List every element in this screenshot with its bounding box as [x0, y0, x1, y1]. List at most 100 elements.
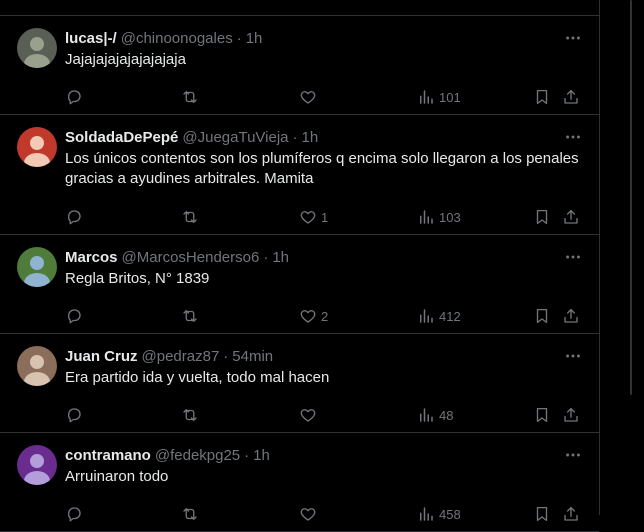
- reply-button[interactable]: [65, 87, 87, 107]
- separator-dot: ·: [223, 347, 229, 365]
- share-button[interactable]: [562, 405, 580, 425]
- share-icon: [564, 308, 578, 323]
- timestamp[interactable]: 1h: [272, 249, 289, 266]
- tweet-text: Arruinaron todo: [65, 468, 169, 485]
- tweet-actions: 458: [65, 504, 583, 524]
- share-button[interactable]: [562, 504, 580, 524]
- views-button[interactable]: 412: [417, 306, 461, 326]
- retweet-button[interactable]: [181, 306, 203, 326]
- heart-icon: [300, 211, 316, 224]
- timestamp[interactable]: 54min: [232, 348, 273, 365]
- tweet-header: SoldadaDePepé @JuegaTuVieja · 1h: [65, 127, 583, 147]
- tweet-actions: 48: [65, 405, 583, 425]
- avatar[interactable]: [17, 346, 57, 386]
- share-icon: [564, 407, 578, 422]
- avatar[interactable]: [17, 247, 57, 287]
- tweet-text: Era partido ida y vuelta, todo mal hacen: [65, 369, 330, 386]
- views-icon: [420, 210, 433, 224]
- tweet-header: lucas|-/ @chinoonogales · 1h: [65, 28, 583, 48]
- display-name[interactable]: lucas|-/: [65, 30, 117, 47]
- like-button[interactable]: [299, 405, 321, 425]
- like-button[interactable]: 2: [299, 306, 328, 326]
- share-icon: [564, 506, 578, 521]
- display-name[interactable]: Marcos: [65, 249, 118, 266]
- timestamp[interactable]: 1h: [246, 30, 263, 47]
- tweet[interactable]: SoldadaDePepé @JuegaTuVieja · 1h Los úni…: [0, 115, 599, 235]
- views-button[interactable]: 458: [417, 504, 461, 524]
- like-button[interactable]: 1: [299, 207, 328, 227]
- views-button[interactable]: 48: [417, 405, 453, 425]
- display-name[interactable]: Juan Cruz: [65, 348, 138, 365]
- tweet-actions: 1 103: [65, 207, 583, 227]
- bookmark-button[interactable]: [533, 504, 551, 524]
- reply-button[interactable]: [65, 306, 87, 326]
- tweet[interactable]: Juan Cruz @pedraz87 · 54min Era partido …: [0, 334, 599, 433]
- heart-icon: [300, 508, 316, 521]
- user-handle[interactable]: @fedekpg25: [155, 447, 240, 464]
- tweet-text: Regla Britos, N° 1839: [65, 270, 210, 287]
- views-button[interactable]: 101: [417, 87, 461, 107]
- bookmark-button[interactable]: [533, 306, 551, 326]
- timestamp[interactable]: 1h: [302, 129, 319, 146]
- more-icon[interactable]: [563, 445, 583, 465]
- display-name[interactable]: contramano: [65, 447, 151, 464]
- bookmark-button[interactable]: [533, 405, 551, 425]
- tweet[interactable]: contramano @fedekpg25 · 1h Arruinaron to…: [0, 433, 599, 532]
- like-button[interactable]: [299, 87, 321, 107]
- user-handle[interactable]: @JuegaTuVieja: [182, 129, 288, 146]
- timestamp[interactable]: 1h: [253, 447, 270, 464]
- reply-button[interactable]: [65, 504, 87, 524]
- tweet-body: Marcos @MarcosHenderso6 · 1h Regla Brito…: [65, 247, 583, 289]
- views-count: 412: [439, 308, 461, 324]
- share-icon: [564, 89, 578, 104]
- tweet-body: Juan Cruz @pedraz87 · 54min Era partido …: [65, 346, 583, 388]
- share-icon: [564, 209, 578, 224]
- display-name[interactable]: SoldadaDePepé: [65, 129, 178, 146]
- heart-icon: [300, 91, 316, 104]
- avatar[interactable]: [17, 127, 57, 167]
- share-button[interactable]: [562, 87, 580, 107]
- tweet-text: Los únicos contentos son los plumíferos …: [65, 150, 579, 187]
- more-icon[interactable]: [563, 127, 583, 147]
- user-handle[interactable]: @chinoonogales: [121, 30, 233, 47]
- like-button[interactable]: [299, 504, 321, 524]
- tweet-header: Juan Cruz @pedraz87 · 54min: [65, 346, 583, 366]
- tweet-body: contramano @fedekpg25 · 1h Arruinaron to…: [65, 445, 583, 487]
- share-button[interactable]: [562, 306, 580, 326]
- retweet-button[interactable]: [181, 207, 203, 227]
- like-count: 1: [321, 209, 329, 225]
- views-icon: [420, 507, 433, 521]
- separator-dot: ·: [292, 128, 298, 146]
- separator-dot: ·: [263, 248, 269, 266]
- tweet[interactable]: lucas|-/ @chinoonogales · 1h Jajajajajaj…: [0, 16, 599, 115]
- tweet[interactable]: Marcos @MarcosHenderso6 · 1h Regla Brito…: [0, 235, 599, 334]
- bookmark-icon: [536, 407, 548, 423]
- avatar[interactable]: [17, 28, 57, 68]
- retweet-button[interactable]: [181, 504, 203, 524]
- bookmark-icon: [536, 506, 548, 522]
- user-handle[interactable]: @pedraz87: [142, 348, 220, 365]
- heart-icon: [300, 409, 316, 422]
- share-button[interactable]: [562, 207, 580, 227]
- user-handle[interactable]: @MarcosHenderso6: [122, 249, 260, 266]
- retweet-icon: [183, 91, 197, 103]
- tweet-list: lucas|-/ @chinoonogales · 1h Jajajajajaj…: [0, 16, 599, 532]
- retweet-button[interactable]: [181, 87, 203, 107]
- more-icon[interactable]: [563, 28, 583, 48]
- right-panel-edge: [630, 0, 644, 515]
- bookmark-button[interactable]: [533, 87, 551, 107]
- views-icon: [420, 408, 433, 422]
- reply-button[interactable]: [65, 405, 87, 425]
- tweet-header: contramano @fedekpg25 · 1h: [65, 445, 583, 465]
- tweet-body: lucas|-/ @chinoonogales · 1h Jajajajajaj…: [65, 28, 583, 70]
- avatar[interactable]: [17, 445, 57, 485]
- more-icon[interactable]: [563, 247, 583, 267]
- bookmark-button[interactable]: [533, 207, 551, 227]
- tweet-actions: 101: [65, 87, 583, 107]
- views-button[interactable]: 103: [417, 207, 461, 227]
- views-icon: [420, 309, 433, 323]
- retweet-button[interactable]: [181, 405, 203, 425]
- reply-icon: [67, 507, 81, 522]
- more-icon[interactable]: [563, 346, 583, 366]
- reply-button[interactable]: [65, 207, 87, 227]
